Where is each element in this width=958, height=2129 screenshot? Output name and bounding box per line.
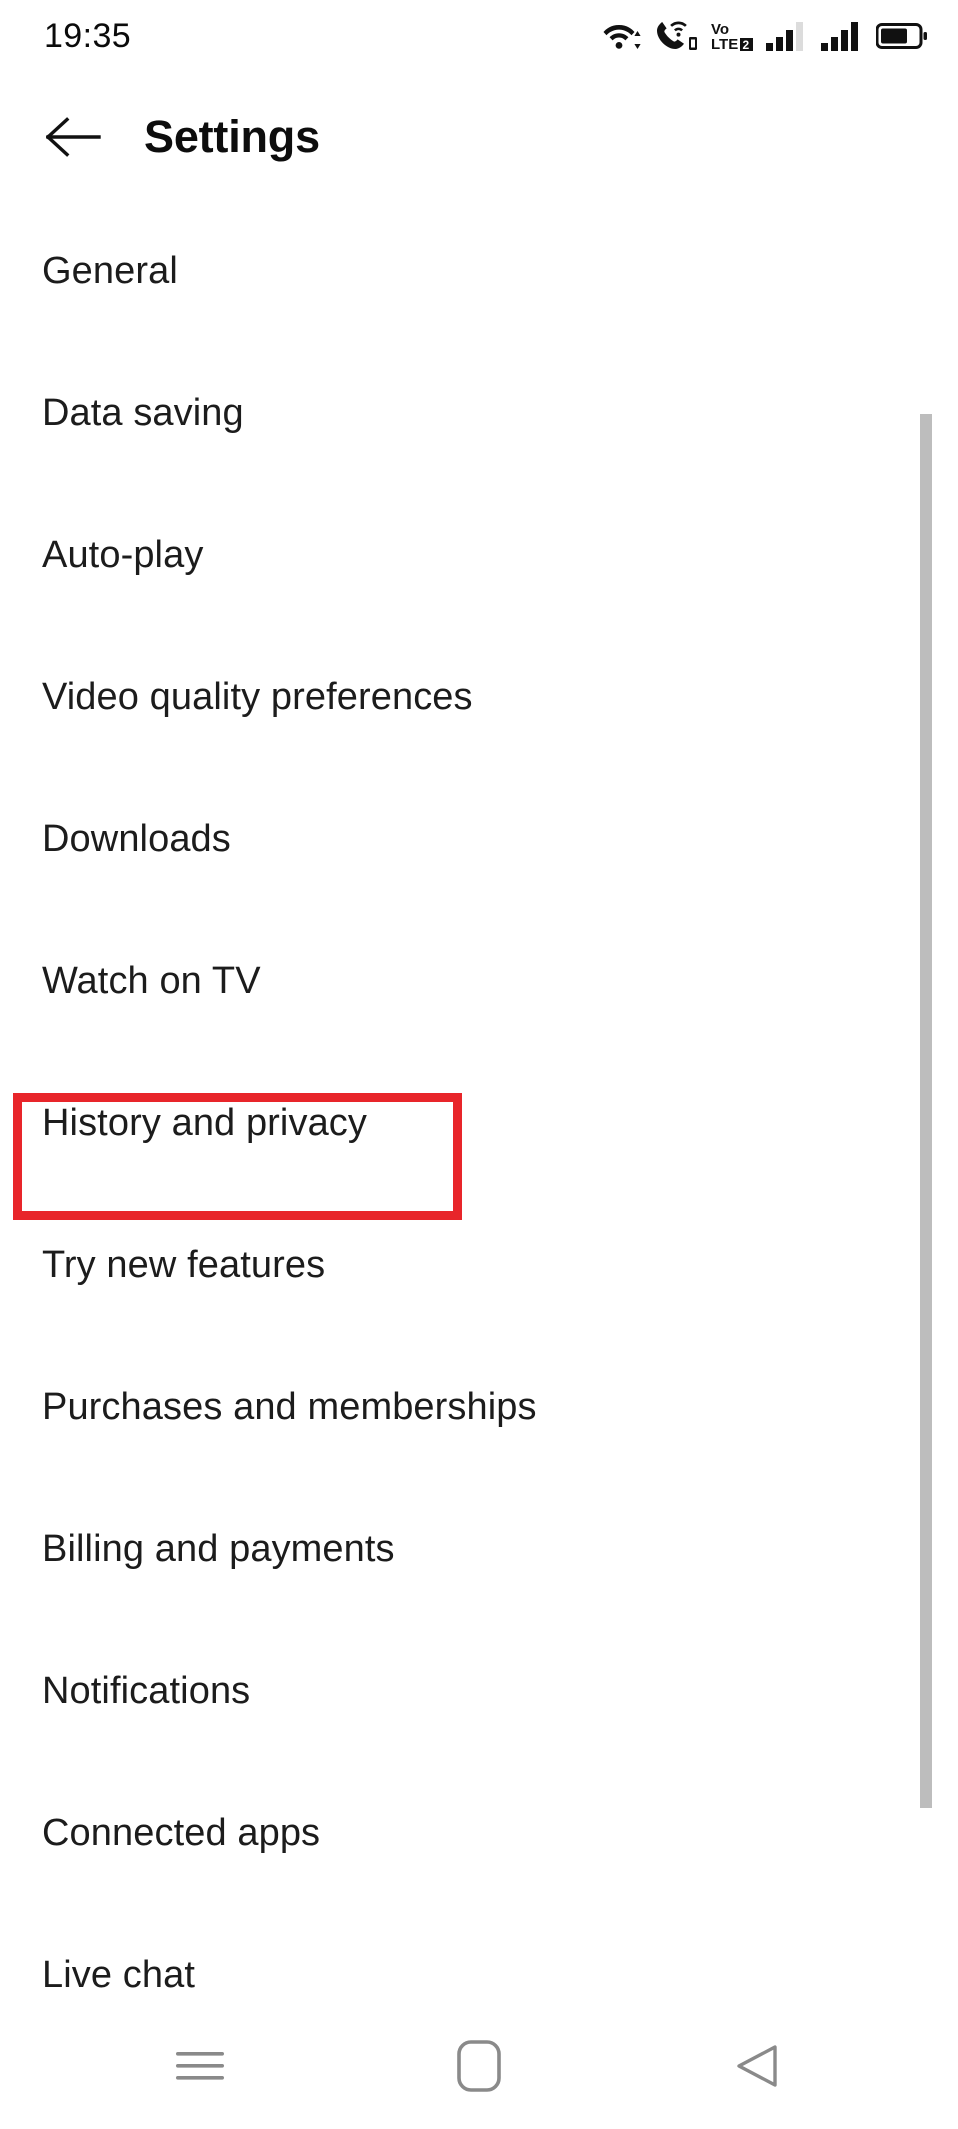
settings-item-label: Live chat [42, 1954, 195, 1997]
settings-item-downloads[interactable]: Downloads [0, 768, 958, 910]
scrollbar-track[interactable] [933, 200, 945, 2003]
settings-item-label: Watch on TV [42, 960, 261, 1003]
page-title: Settings [144, 111, 320, 163]
settings-item-label: Try new features [42, 1244, 325, 1287]
settings-item-billing-and-payments[interactable]: Billing and payments [0, 1478, 958, 1620]
arrow-left-icon [46, 116, 102, 158]
settings-item-live-chat[interactable]: Live chat [0, 1904, 958, 2003]
settings-item-label: Auto-play [42, 534, 203, 577]
settings-item-label: Downloads [42, 818, 231, 861]
settings-item-history-and-privacy[interactable]: History and privacy [0, 1052, 958, 1194]
settings-item-try-new-features[interactable]: Try new features [0, 1194, 958, 1336]
back-button[interactable] [703, 2016, 813, 2116]
settings-item-purchases-and-memberships[interactable]: Purchases and memberships [0, 1336, 958, 1478]
status-bar-icons: Vo LTE 2 [603, 19, 928, 53]
settings-list[interactable]: General Data saving Auto-play Video qual… [0, 200, 958, 2003]
settings-item-auto-play[interactable]: Auto-play [0, 484, 958, 626]
wifi-icon [603, 19, 643, 53]
settings-item-video-quality-preferences[interactable]: Video quality preferences [0, 626, 958, 768]
settings-item-label: Data saving [42, 392, 244, 435]
settings-item-label: History and privacy [42, 1102, 367, 1145]
home-square-icon [455, 2038, 503, 2094]
status-bar: 19:35 [0, 0, 958, 72]
recents-button[interactable] [145, 2016, 255, 2116]
settings-item-label: General [42, 250, 178, 293]
status-bar-clock: 19:35 [44, 19, 131, 53]
svg-text:LTE: LTE [711, 36, 738, 53]
signal-bars-sim1-icon [766, 19, 808, 53]
android-nav-bar [0, 2003, 958, 2129]
call-wifi-icon [656, 19, 698, 53]
scrollbar-thumb[interactable] [920, 414, 932, 1808]
svg-text:2: 2 [743, 38, 750, 52]
home-button[interactable] [424, 2016, 534, 2116]
settings-item-connected-apps[interactable]: Connected apps [0, 1762, 958, 1904]
back-triangle-icon [732, 2040, 784, 2092]
settings-item-label: Billing and payments [42, 1528, 395, 1571]
settings-item-notifications[interactable]: Notifications [0, 1620, 958, 1762]
settings-item-label: Video quality preferences [42, 676, 473, 719]
battery-icon [876, 20, 928, 52]
settings-item-label: Connected apps [42, 1812, 320, 1855]
phone-screen: 19:35 [0, 0, 958, 2129]
volte-icon: Vo LTE 2 [711, 19, 753, 53]
hamburger-icon [172, 2043, 228, 2089]
settings-item-data-saving[interactable]: Data saving [0, 342, 958, 484]
app-header: Settings [0, 74, 958, 200]
settings-item-general[interactable]: General [0, 200, 958, 342]
settings-item-watch-on-tv[interactable]: Watch on TV [0, 910, 958, 1052]
settings-item-label: Purchases and memberships [42, 1386, 537, 1429]
settings-item-label: Notifications [42, 1670, 250, 1713]
back-arrow-button[interactable] [26, 89, 122, 185]
signal-bars-sim2-icon [821, 19, 863, 53]
